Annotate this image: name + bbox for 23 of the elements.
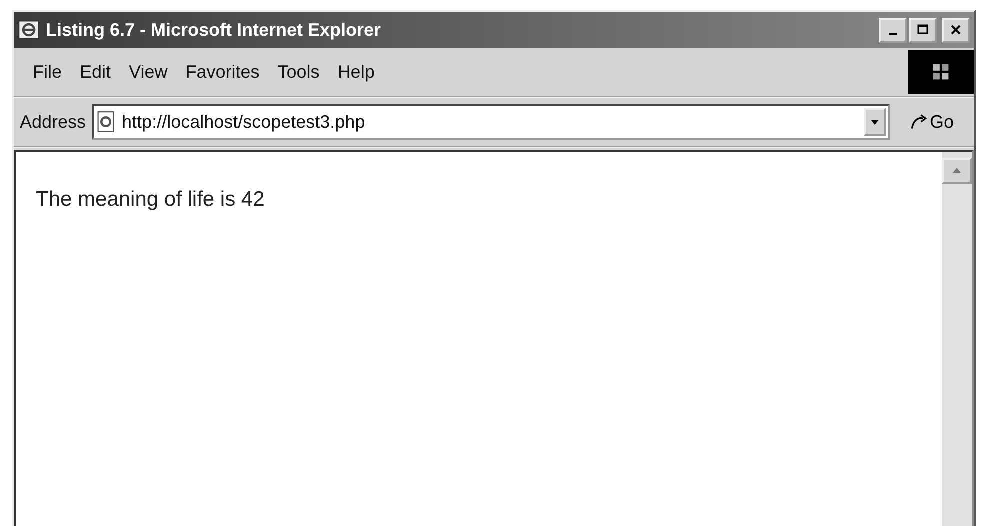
dropdown-button[interactable] xyxy=(864,108,886,136)
minimize-button[interactable] xyxy=(879,18,907,42)
window-title: Listing 6.7 - Microsoft Internet Explorer xyxy=(46,20,382,40)
address-field[interactable]: http://localhost/scopetest3.php xyxy=(92,104,890,140)
menu-item[interactable]: Help xyxy=(328,58,384,86)
menu-item[interactable]: Favorites xyxy=(176,58,269,86)
menu-item[interactable]: Edit xyxy=(71,58,120,86)
minimize-icon xyxy=(889,33,897,35)
up-arrow-icon xyxy=(952,166,962,176)
caret-icon xyxy=(870,117,880,127)
menu-item[interactable]: File xyxy=(24,58,72,86)
address-label: Address xyxy=(20,112,86,132)
page-text: The meaning of life is 42 xyxy=(36,188,266,212)
maximize-button[interactable] xyxy=(909,18,937,42)
menu-item[interactable]: View xyxy=(120,58,177,86)
scroll-up-button[interactable] xyxy=(942,158,972,184)
close-icon xyxy=(950,24,962,36)
close-button[interactable] xyxy=(942,18,970,42)
scrollbar[interactable] xyxy=(942,152,972,526)
page-icon xyxy=(18,20,40,40)
menu-item[interactable]: Tools xyxy=(268,58,329,86)
arrow-icon xyxy=(910,113,928,131)
maximize-icon xyxy=(917,24,929,36)
